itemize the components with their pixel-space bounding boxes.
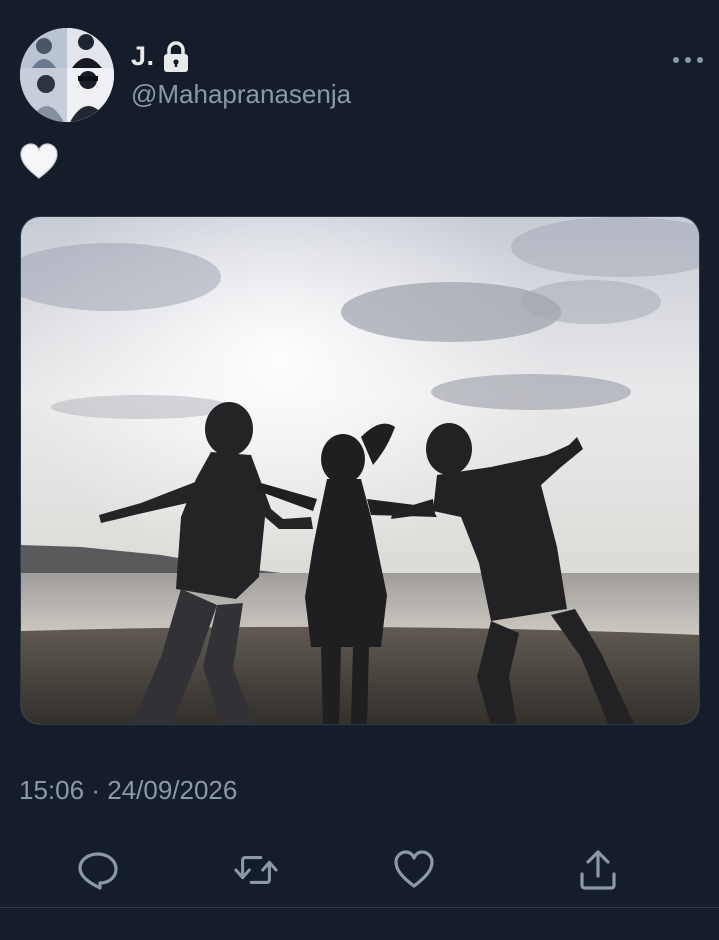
tweet-time: 15:06 — [19, 775, 85, 805]
more-options-icon[interactable] — [671, 52, 705, 68]
share-icon — [580, 850, 616, 890]
share-button[interactable] — [576, 848, 620, 892]
avatar[interactable] — [20, 28, 114, 122]
timestamp-separator: · — [91, 775, 100, 805]
lock-icon — [164, 41, 188, 72]
avatar-photo — [20, 28, 114, 122]
tweet-timestamp[interactable]: 15:06 · 24/09/2026 — [19, 775, 237, 806]
retweet-button[interactable] — [234, 848, 278, 892]
retweet-icon — [234, 856, 278, 884]
user-handle[interactable]: @Mahapranasenja — [131, 79, 351, 110]
reply-icon — [78, 852, 118, 890]
heart-icon — [394, 850, 434, 888]
tweet-date: 24/09/2026 — [107, 775, 238, 805]
bottom-divider — [0, 907, 719, 908]
reply-button[interactable] — [76, 848, 120, 892]
display-name[interactable]: J. — [131, 41, 155, 72]
white-heart-emoji-icon — [20, 143, 58, 179]
tweet-photo[interactable] — [20, 216, 700, 725]
beach-silhouette-image — [21, 217, 699, 724]
like-button[interactable] — [392, 848, 436, 892]
tweet-detail: J. @Mahapranasenja 15:06 · 24/09/2026 — [0, 0, 719, 940]
